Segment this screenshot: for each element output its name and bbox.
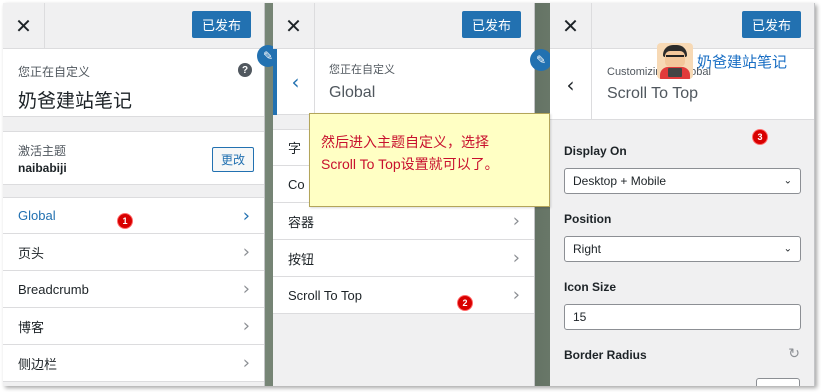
icon-size-value: 15 (573, 310, 587, 324)
customizer-header: ✕ 已发布 (273, 3, 534, 49)
instruction-annotation: 然后进入主题自定义，选择 Scroll To Top设置就可以了。 (309, 113, 550, 207)
section-item-label: 博客 (18, 319, 45, 335)
watermark-text: 奶爸建站笔记 (697, 52, 788, 71)
chevron-down-icon: ⌄ (783, 243, 792, 255)
chevron-right-icon: › (512, 247, 520, 269)
customizer-root-panel: ✕ 已发布 您正在自定义 奶爸建站笔记 ? 激活主题 naibabiji 更改 … (3, 3, 265, 386)
section-item-blog[interactable]: 博客 › (3, 308, 264, 345)
watermark: 奶爸建站笔记 (657, 43, 787, 79)
chevron-right-icon: › (242, 315, 250, 337)
icon-size-label: Icon Size (564, 280, 617, 294)
help-icon[interactable]: ? (238, 63, 252, 77)
section-title: Global (329, 84, 376, 101)
border-radius-input[interactable] (756, 378, 800, 386)
section-header: ‹ 您正在自定义 Global (273, 49, 534, 115)
section-item-header[interactable]: 页头 › (3, 234, 264, 271)
subsection-item-label: 按钮 (288, 251, 315, 267)
subsection-item-label: 容器 (288, 214, 315, 230)
chevron-right-icon: › (242, 352, 250, 374)
section-item-label: Breadcrumb (18, 281, 89, 297)
chevron-right-icon: › (512, 284, 520, 306)
customizer-header: ✕ 已发布 (3, 3, 264, 49)
close-button[interactable]: ✕ (550, 3, 592, 49)
subsection-item-container[interactable]: 容器 › (273, 203, 534, 240)
screenshot-frame: ✕ 已发布 您正在自定义 奶爸建站笔记 ? 激活主题 naibabiji 更改 … (3, 3, 815, 386)
close-button[interactable]: ✕ (273, 3, 315, 49)
icon-size-input[interactable]: 15 (564, 304, 801, 330)
back-arrow-icon[interactable]: ‹ (550, 49, 592, 120)
step-marker-3: 3 (753, 130, 767, 144)
chevron-right-icon: › (242, 278, 250, 300)
back-arrow-icon[interactable]: ‹ (273, 49, 315, 115)
section-item-label: Global (18, 208, 56, 223)
position-select[interactable]: Right ⌄ (564, 236, 801, 262)
active-theme-box: 激活主题 naibabiji 更改 (3, 131, 264, 185)
publish-button[interactable]: 已发布 (461, 11, 521, 38)
settings-form: 3 Display On Desktop + Mobile ⌄ Position… (550, 120, 814, 362)
section-item-global[interactable]: Global › (3, 197, 264, 234)
avatar-logo (657, 43, 693, 79)
position-value: Right (573, 242, 602, 256)
edit-pencil-icon[interactable]: ✎ (530, 49, 552, 71)
step-marker-2: 2 (458, 296, 472, 310)
section-item-sidebar[interactable]: 侧边栏 › (3, 345, 264, 382)
subsection-item-label: Co (288, 176, 305, 192)
section-item-label: 侧边栏 (18, 356, 58, 372)
chevron-right-icon: › (242, 205, 250, 226)
subsection-item-label: Scroll To Top (288, 287, 362, 303)
section-title: Scroll To Top (607, 85, 699, 102)
change-theme-button[interactable]: 更改 (211, 147, 254, 172)
annotation-line-1: 然后进入主题自定义，选择 (321, 134, 489, 150)
position-label: Position (564, 212, 612, 226)
subsection-item-label: 字 (288, 141, 302, 156)
display-on-label: Display On (564, 144, 627, 158)
section-item-breadcrumb[interactable]: Breadcrumb › (3, 271, 264, 308)
border-radius-label: Border Radius (564, 348, 647, 362)
customizing-label: 您正在自定义 (329, 64, 395, 76)
section-list: Global › 页头 › Breadcrumb › 博客 › 侧边栏 › (3, 197, 264, 382)
annotation-line-2: Scroll To Top设置就可以了。 (321, 155, 499, 172)
customizing-info: 您正在自定义 奶爸建站笔记 ? (3, 49, 264, 117)
display-on-value: Desktop + Mobile (573, 174, 667, 188)
step-marker-1: 1 (118, 214, 132, 228)
display-on-select[interactable]: Desktop + Mobile ⌄ (564, 168, 801, 194)
chevron-down-icon: ⌄ (783, 175, 792, 187)
close-button[interactable]: ✕ (3, 3, 45, 49)
chevron-right-icon: › (242, 241, 250, 263)
customizing-label: 您正在自定义 (18, 65, 91, 79)
site-title: 奶爸建站笔记 (18, 91, 133, 112)
publish-button[interactable]: 已发布 (741, 11, 801, 38)
chevron-right-icon: › (512, 210, 520, 232)
subsection-item-scroll-to-top[interactable]: Scroll To Top › (273, 277, 534, 314)
publish-button[interactable]: 已发布 (191, 11, 251, 38)
section-item-label: 页头 (18, 245, 45, 261)
reset-icon[interactable]: ↻ (788, 346, 800, 362)
subsection-item-buttons[interactable]: 按钮 › (273, 240, 534, 277)
